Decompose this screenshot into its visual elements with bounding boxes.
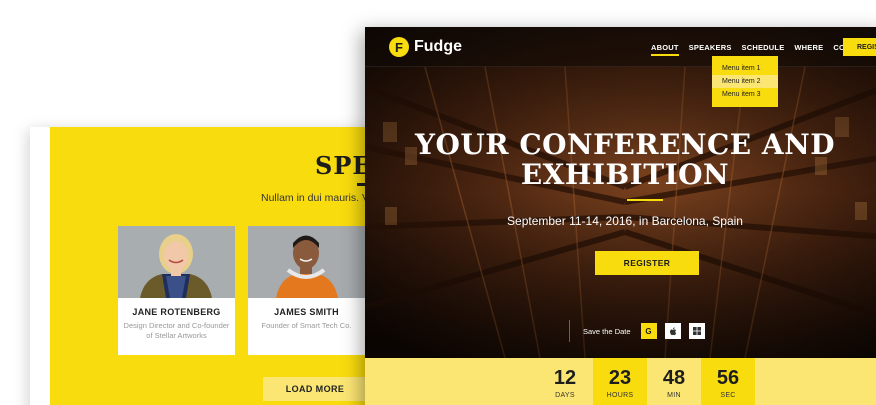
nav-item-speakers[interactable]: SPEAKERS	[689, 43, 732, 52]
countdown-value: 12	[553, 367, 577, 389]
nav-item-where[interactable]: WHERE	[794, 43, 823, 52]
nav-item-schedule[interactable]: SCHEDULE	[742, 43, 785, 52]
dropdown-item[interactable]: Menu item 3	[712, 88, 778, 101]
dropdown-item[interactable]: Menu item 2	[712, 75, 778, 88]
divider	[569, 320, 570, 342]
register-nav-button[interactable]: REGIS	[843, 38, 876, 56]
save-the-date-label: Save the Date	[583, 326, 631, 336]
site-logo[interactable]: F Fudge	[389, 37, 462, 57]
countdown-minutes: 48 MIN	[647, 358, 701, 405]
hero-background-image	[365, 27, 876, 358]
apple-icon[interactable]	[664, 323, 681, 339]
countdown-seconds: 56 SEC	[701, 358, 755, 405]
dropdown-item[interactable]: Menu item 1	[712, 62, 778, 75]
countdown-label: DAYS	[555, 392, 575, 399]
showcase-stage: SPEA Nullam in dui mauris. Viv JANE ROTE…	[0, 0, 876, 405]
countdown-value: 23	[608, 367, 632, 389]
google-icon[interactable]: G	[640, 323, 657, 339]
countdown-hours: 23 HOURS	[593, 358, 647, 405]
register-button[interactable]: REGISTER	[595, 251, 699, 275]
speaker-name: JAMES SMITH	[274, 307, 339, 317]
save-the-date-row: Save the Date G	[569, 320, 713, 342]
countdown-label: MIN	[667, 392, 681, 399]
hero-title: YOUR CONFERENCE AND EXHIBITION	[365, 130, 876, 190]
countdown-bar: 12 DAYS 23 HOURS 48 MIN 56 SEC	[365, 358, 876, 405]
speakers-subtitle: Nullam in dui mauris. Viv	[261, 192, 377, 204]
logo-text: Fudge	[414, 38, 462, 55]
speaker-role: Founder of Smart Tech Co.	[261, 321, 352, 330]
speaker-name: JANE ROTENBERG	[132, 307, 221, 317]
nav-item-about[interactable]: ABOUT	[651, 43, 679, 56]
windows-icon[interactable]	[688, 323, 705, 339]
countdown-value: 56	[716, 367, 740, 389]
load-more-button[interactable]: LOAD MORE	[263, 377, 367, 401]
countdown-value: 48	[662, 367, 686, 389]
title-underline	[627, 199, 663, 201]
countdown-label: HOURS	[606, 392, 634, 399]
speaker-photo	[118, 226, 235, 298]
schedule-dropdown-menu: Menu item 1 Menu item 2 Menu item 3	[712, 56, 778, 107]
logo-icon: F	[389, 37, 409, 57]
speaker-role: Design Director and Co-founder of Stella…	[123, 321, 230, 340]
countdown-days: 12 DAYS	[538, 358, 592, 405]
event-date-location: September 11-14, 2016, in Barcelona, Spa…	[507, 214, 743, 228]
top-navbar: F Fudge ABOUT SPEAKERS SCHEDULE WHERE CO…	[365, 27, 876, 67]
speaker-photo	[248, 226, 365, 298]
hero-page-preview: F Fudge ABOUT SPEAKERS SCHEDULE WHERE CO…	[365, 27, 876, 405]
speaker-card[interactable]: JAMES SMITH Founder of Smart Tech Co.	[248, 226, 365, 355]
hero-title-line: YOUR CONFERENCE AND	[415, 128, 835, 161]
speaker-card[interactable]: JANE ROTENBERG Design Director and Co-fo…	[118, 226, 235, 355]
hero-title-line: EXHIBITION	[520, 158, 730, 191]
page-edge	[30, 127, 50, 405]
countdown-label: SEC	[720, 392, 736, 399]
